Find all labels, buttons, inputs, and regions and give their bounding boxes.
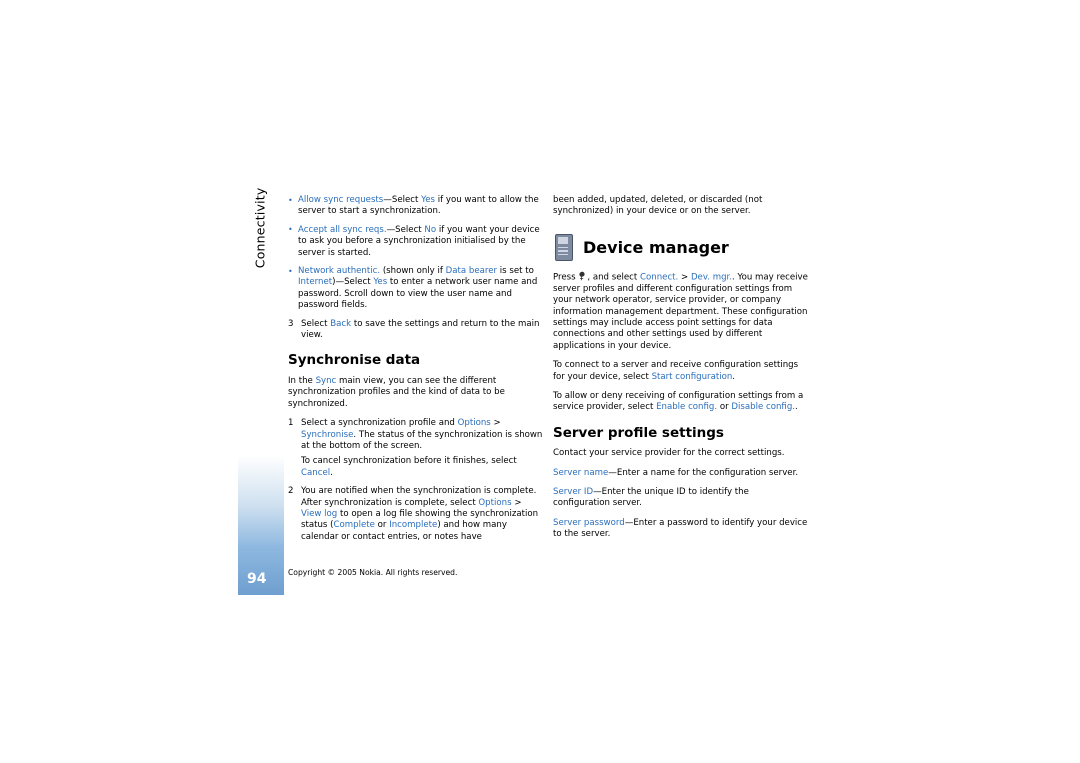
link-enable-config: Enable config.: [656, 402, 718, 413]
sync-step-1-sub-2: .: [330, 467, 333, 478]
press-text-4: . You may receive server profiles and di…: [553, 272, 808, 351]
manual-page: Connectivity 94 Allow sync requests—Sele…: [0, 0, 1080, 763]
heading-device-manager: Device manager: [583, 237, 729, 257]
sync-step-2-number: 2: [288, 486, 294, 497]
link-incomplete: Incomplete: [389, 520, 438, 531]
text-netauth-2: is set to: [497, 266, 534, 277]
page-number: 94: [247, 571, 267, 587]
link-options: Options: [457, 418, 491, 429]
link-view-log: View log: [301, 508, 338, 519]
link-data-bearer: Data bearer: [445, 266, 498, 277]
step-3: 3 Select Back to save the settings and re…: [288, 319, 543, 342]
term-allow-sync-requests: Allow sync requests: [298, 195, 384, 205]
setting-server-id: Server ID—Enter the unique ID to identif…: [553, 487, 808, 510]
link-start-configuration: Start configuration: [651, 371, 733, 382]
sync-steps-list: 1 Select a synchronization profile and Op…: [288, 418, 543, 543]
tab-gradient: [238, 455, 284, 547]
allow-text-2: or: [717, 402, 732, 413]
sync-step-1-number: 1: [288, 418, 294, 429]
link-complete: Complete: [333, 520, 375, 531]
term-server-password: Server password: [553, 517, 625, 528]
link-cancel: Cancel: [301, 467, 331, 478]
setting-server-password: Server password—Enter a password to iden…: [553, 518, 808, 541]
sync-step-1-sub: To cancel synchronization before it fini…: [301, 456, 543, 479]
right-column: been added, updated, deleted, or discard…: [553, 195, 808, 549]
chapter-tab-label: Connectivity: [252, 187, 268, 269]
link-sync: Sync: [315, 375, 337, 386]
link-back: Back: [330, 318, 352, 329]
bullet-allow-sync-requests: Allow sync requests—Select Yes if you wa…: [288, 195, 543, 218]
left-column: Allow sync requests—Select Yes if you wa…: [288, 195, 543, 550]
term-accept-all-sync-reqs: Accept all sync reqs.: [298, 224, 387, 235]
text-netauth-3: )—Select: [332, 277, 374, 288]
sync-settings-bullets: Allow sync requests—Select Yes if you wa…: [288, 195, 543, 312]
sync-step-1-sub-1: To cancel synchronization before it fini…: [301, 456, 517, 467]
bullet-network-authentic: Network authentic. (shown only if Data b…: [288, 266, 543, 312]
continued-paragraph: been added, updated, deleted, or discard…: [553, 195, 763, 217]
link-disable-config: Disable config.: [731, 402, 796, 413]
step-3-list: 3 Select Back to save the settings and re…: [288, 319, 543, 342]
sync-step-2-text-2: >: [511, 497, 522, 508]
text-netauth-1: (shown only if: [380, 266, 446, 277]
term-server-id: Server ID: [553, 487, 594, 497]
text-accept-1: —Select: [386, 224, 425, 235]
text-server-name: —Enter a name for the configuration serv…: [608, 467, 799, 478]
allow-text-3: .: [795, 402, 798, 413]
press-text-3: >: [678, 272, 691, 283]
footer-copyright: Copyright © 2005 Nokia. All rights reser…: [288, 568, 458, 577]
phone-icon: [553, 233, 575, 261]
term-server-name: Server name: [553, 467, 609, 478]
press-paragraph: Press , and select Connect. > Dev. mgr..…: [553, 271, 808, 352]
text-allow-sync-1: —Select: [383, 195, 422, 205]
setting-server-name: Server name—Enter a name for the configu…: [553, 468, 808, 479]
contact-paragraph: Contact your service provider for the co…: [553, 448, 785, 459]
sync-step-1-text-1: Select a synchronization profile and: [301, 418, 458, 429]
link-yes: Yes: [421, 195, 436, 205]
link-options-2: Options: [478, 497, 512, 508]
step-3-text-1: Select: [301, 318, 331, 329]
menu-key-icon: [578, 271, 587, 281]
heading-server-profile-settings: Server profile settings: [553, 424, 724, 441]
link-dev-mgr: Dev. mgr.: [690, 272, 733, 283]
press-text-1: Press: [553, 272, 579, 283]
sync-step-2: 2 You are notified when the synchronizati…: [288, 486, 543, 543]
allow-paragraph: To allow or deny receiving of configurat…: [553, 391, 808, 414]
connect-paragraph: To connect to a server and receive confi…: [553, 360, 808, 383]
link-connect: Connect.: [640, 272, 679, 283]
link-synchronise: Synchronise: [301, 429, 354, 440]
sync-step-2-text-4: or: [374, 520, 390, 531]
device-manager-title-row: Device manager: [553, 233, 808, 261]
step-3-number: 3: [288, 318, 294, 329]
sync-step-1: 1 Select a synchronization profile and Op…: [288, 418, 543, 479]
sync-intro-1: In the: [288, 375, 316, 386]
link-internet: Internet: [298, 277, 333, 288]
sync-intro-paragraph: In the Sync main view, you can see the d…: [288, 376, 543, 410]
page-number-box: 94: [238, 545, 284, 595]
link-yes-2: Yes: [373, 277, 388, 288]
heading-synchronise-data: Synchronise data: [288, 352, 421, 369]
press-text-2: , and select: [587, 272, 640, 283]
connect-text-2: .: [732, 371, 736, 382]
term-network-authentic: Network authentic.: [298, 266, 381, 277]
bullet-accept-all-sync-reqs: Accept all sync reqs.—Select No if you w…: [288, 224, 543, 259]
link-no: No: [424, 224, 437, 235]
sync-step-1-text-2: >: [490, 418, 501, 429]
